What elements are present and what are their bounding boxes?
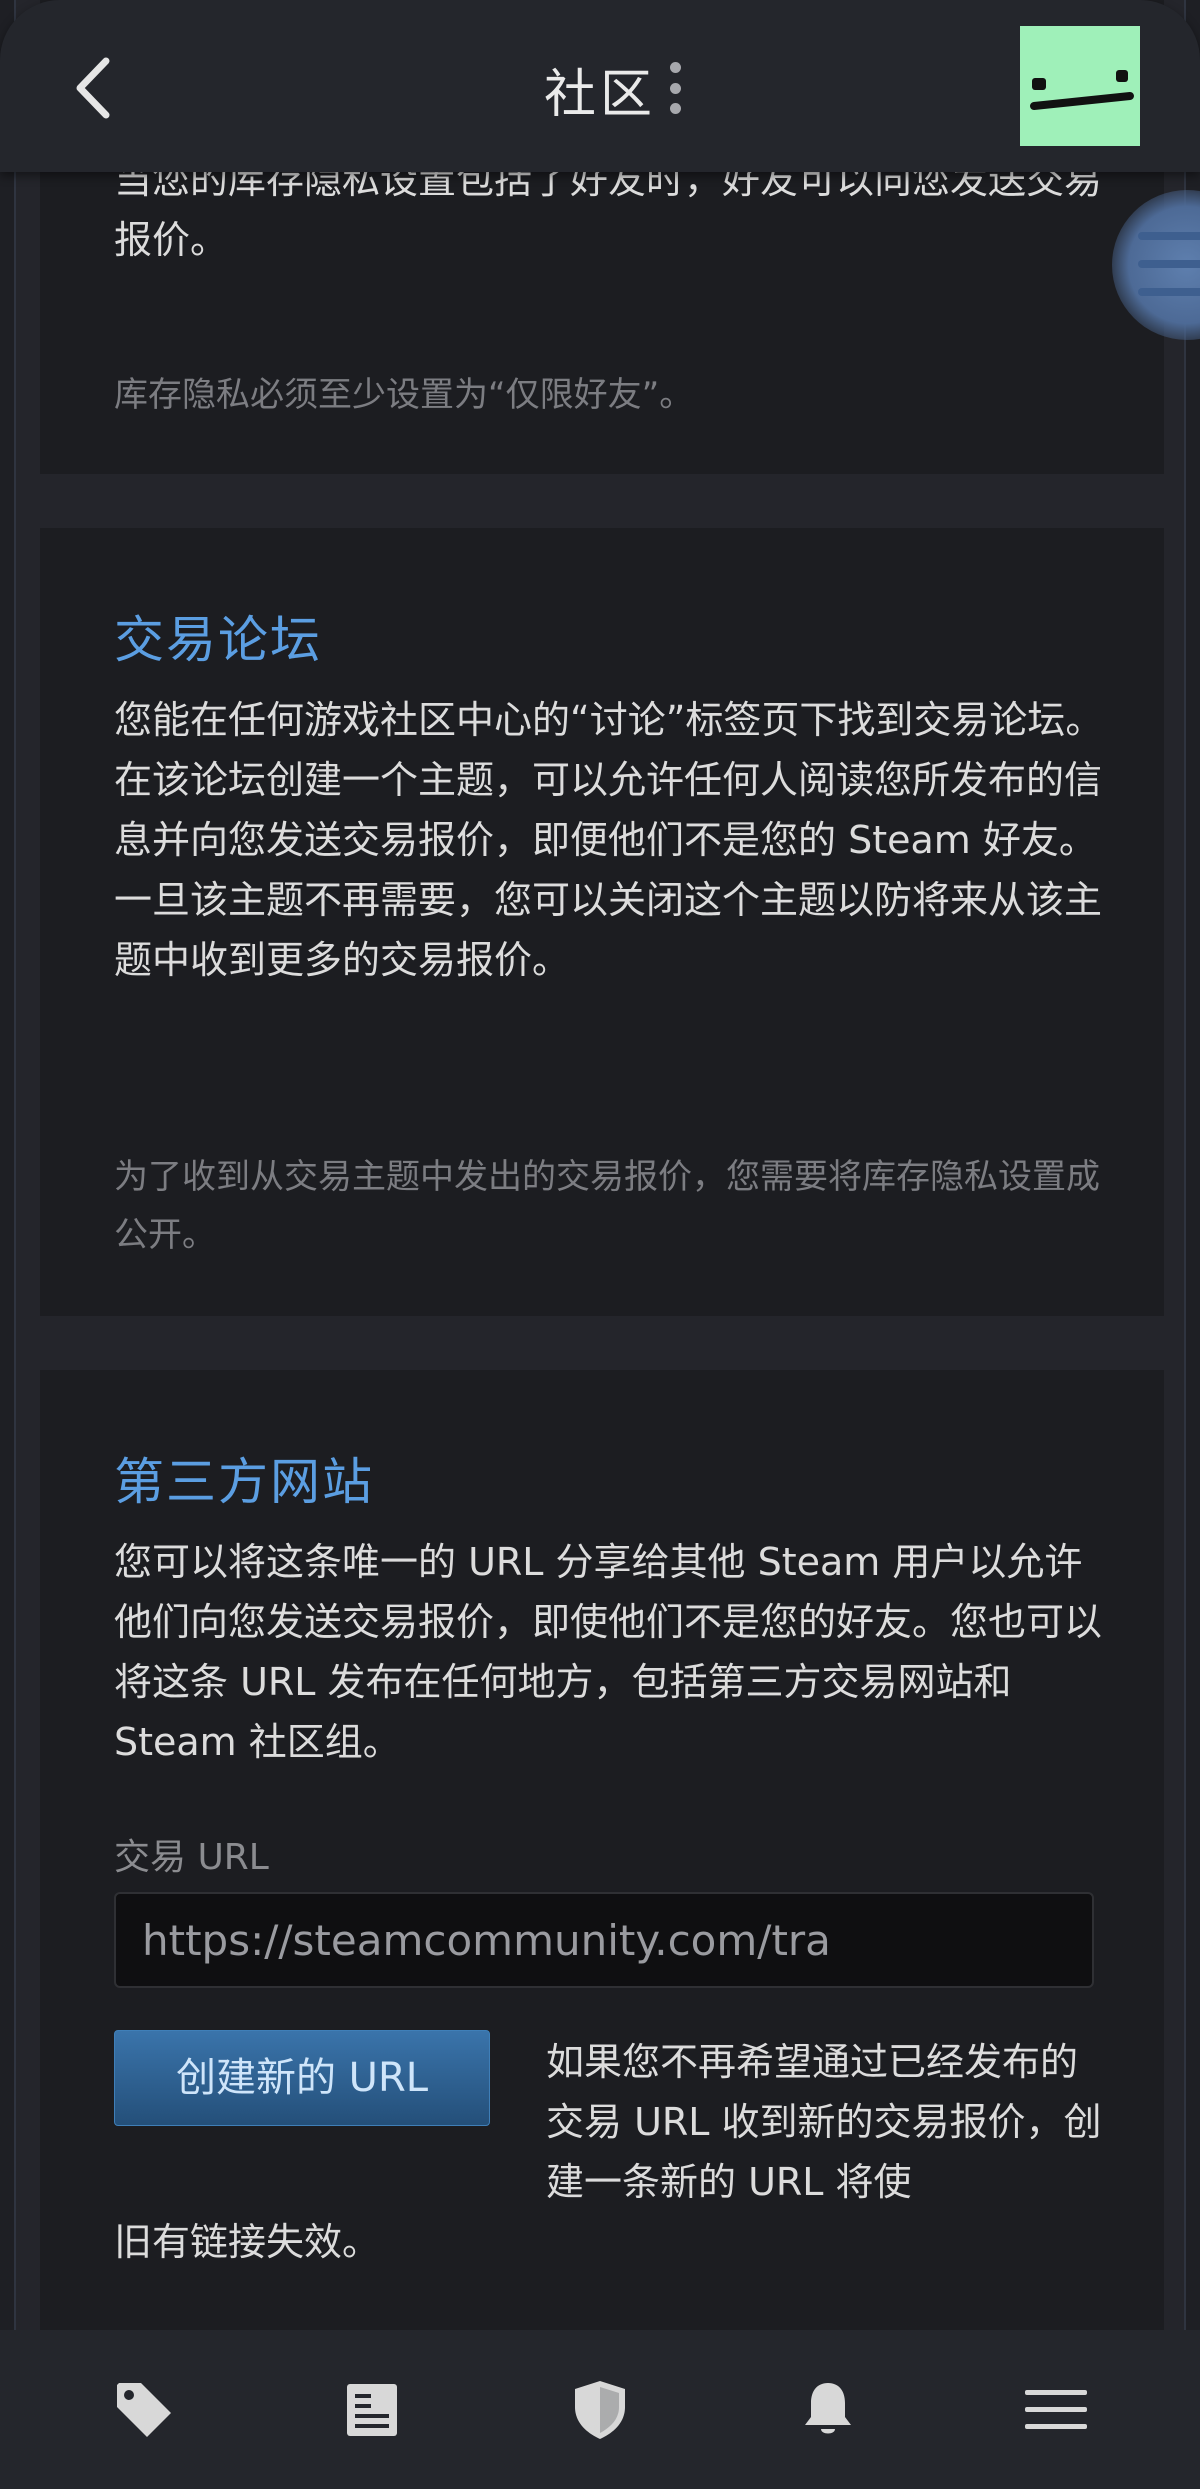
trade-url-field[interactable] (114, 1892, 1094, 1988)
third-party-text: 您可以将这条唯一的 URL 分享给其他 Steam 用户以允许他们向您发送交易报… (114, 1540, 1103, 1764)
nav-menu[interactable] (996, 2350, 1116, 2470)
trade-forums-text: 您能在任何游戏社区中心的“讨论”标签页下找到交易论坛。在该论坛创建一个主题，可以… (114, 698, 1104, 982)
app-frame: 当您的库存隐私设置包括了好友时，好友可以向您发送交易报价。 库存隐私必须至少设置… (0, 0, 1200, 2489)
bell-icon (805, 2382, 851, 2433)
trade-forums-card: 交易论坛 您能在任何游戏社区中心的“讨论”标签页下找到交易论坛。在该论坛创建一个… (40, 528, 1164, 1316)
top-bar: 社区 (0, 0, 1200, 172)
nav-guard[interactable] (540, 2350, 660, 2470)
avatar-face-icon (1030, 70, 1134, 110)
shield-icon (575, 2380, 625, 2439)
tag-icon (117, 2382, 171, 2437)
menu-icon (1025, 2389, 1087, 2429)
nav-news[interactable] (312, 2350, 432, 2470)
trade-url-label: 交易 URL (114, 1837, 269, 1878)
nav-notifications[interactable] (768, 2350, 888, 2470)
create-new-url-button[interactable]: 创建新的 URL (114, 2030, 490, 2126)
friends-card-note: 库存隐私必须至少设置为“仅限好友”。 (114, 375, 694, 415)
new-url-description: 如果您不再希望通过已经发布的交易 URL 收到新的交易报价，创建一条新的 URL… (546, 2040, 1102, 2204)
new-url-description-tail: 旧有链接失效。 (114, 2220, 381, 2264)
more-options-icon[interactable] (660, 56, 690, 120)
avatar[interactable] (1020, 26, 1140, 146)
news-icon (347, 2383, 397, 2436)
trade-forums-note: 为了收到从交易主题中发出的交易报价，您需要将库存隐私设置成公开。 (114, 1157, 1100, 1255)
third-party-card: 第三方网站 您可以将这条唯一的 URL 分享给其他 Steam 用户以允许他们向… (40, 1370, 1164, 2330)
third-party-heading: 第三方网站 (114, 1453, 374, 1511)
nav-store[interactable] (84, 2350, 204, 2470)
trade-forums-heading: 交易论坛 (114, 611, 322, 669)
bottom-navigation (0, 2330, 1200, 2489)
content-scroll-area[interactable]: 当您的库存隐私设置包括了好友时，好友可以向您发送交易报价。 库存隐私必须至少设置… (14, 0, 1186, 2330)
